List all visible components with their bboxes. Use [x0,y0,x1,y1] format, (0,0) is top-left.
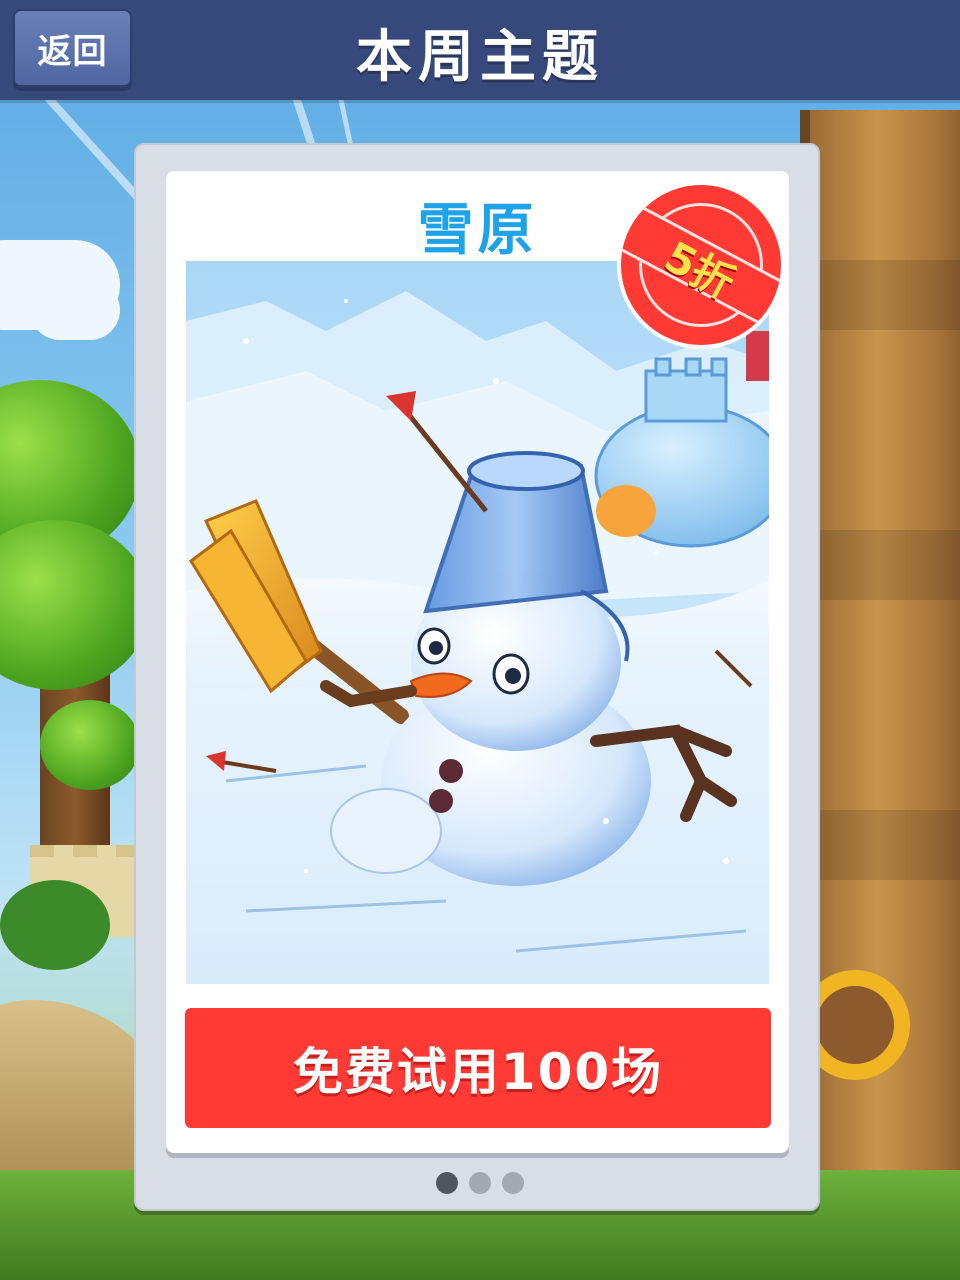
tree-canopy [40,700,140,790]
bush [0,880,110,970]
page-dot-1[interactable] [436,1172,458,1194]
theme-artwork [186,261,769,984]
page-title: 本周主题 [356,25,604,90]
pagination-dots [436,1172,526,1194]
cloud [30,280,120,340]
free-trial-button[interactable]: 免费试用100场 [185,1008,771,1128]
page-dot-2[interactable] [469,1172,491,1194]
snow-field-illustration [186,261,769,984]
discount-badge: 5折 [617,181,785,349]
header-bar: 返回 本周主题 [0,0,960,100]
page-dot-3[interactable] [502,1172,524,1194]
